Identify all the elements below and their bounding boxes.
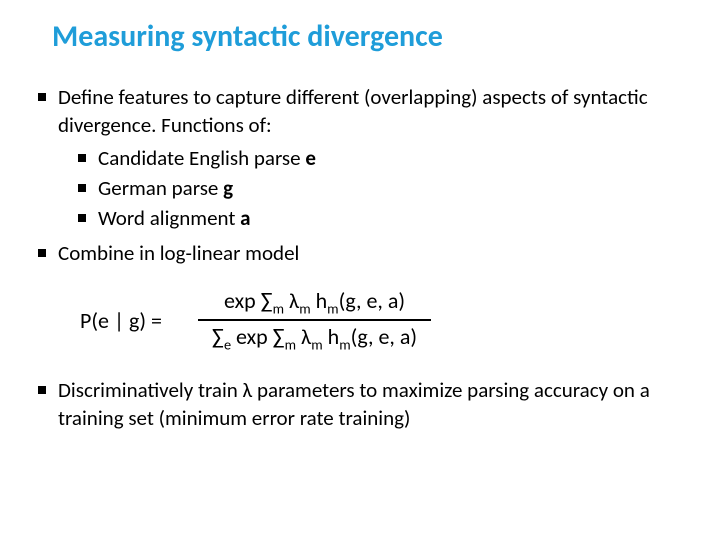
sub-list: Candidate English parse e German parse g… [58,144,690,233]
formula-fraction: exp ∑m λm hm(g, e, a) ∑e exp ∑m λm hm(g,… [198,285,431,356]
sub-text: German parse [98,175,223,201]
bullet-text: Define features to capture different (ov… [58,84,648,138]
sub-item: Word alignment a [58,204,690,232]
sub-var: a [240,205,250,231]
formula-denominator: ∑e exp ∑m λm hm(g, e, a) [198,321,431,355]
sub-var: g [223,175,233,201]
sub-text: Candidate English parse [98,145,305,171]
bullet-item: Combine in log-linear model [30,239,690,267]
bullet-text: Combine in log-linear model [58,240,299,266]
bullet-item: Discriminatively train λ parameters to m… [30,376,690,433]
bullet-item: Define features to capture different (ov… [30,83,690,233]
bullet-list: Define features to capture different (ov… [30,83,690,267]
formula-numerator: exp ∑m λm hm(g, e, a) [210,285,419,319]
bullet-list-2: Discriminatively train λ parameters to m… [30,376,690,433]
sub-text: Word alignment [98,205,240,231]
bullet-text: Discriminatively train λ parameters to m… [58,377,650,431]
formula-lhs: P(e | g) = [80,307,162,334]
sub-var: e [305,145,316,171]
formula: P(e | g) = exp ∑m λm hm(g, e, a) ∑e exp … [80,285,690,356]
sub-item: German parse g [58,174,690,202]
sub-item: Candidate English parse e [58,144,690,172]
slide-title: Measuring syntactic divergence [52,18,690,55]
